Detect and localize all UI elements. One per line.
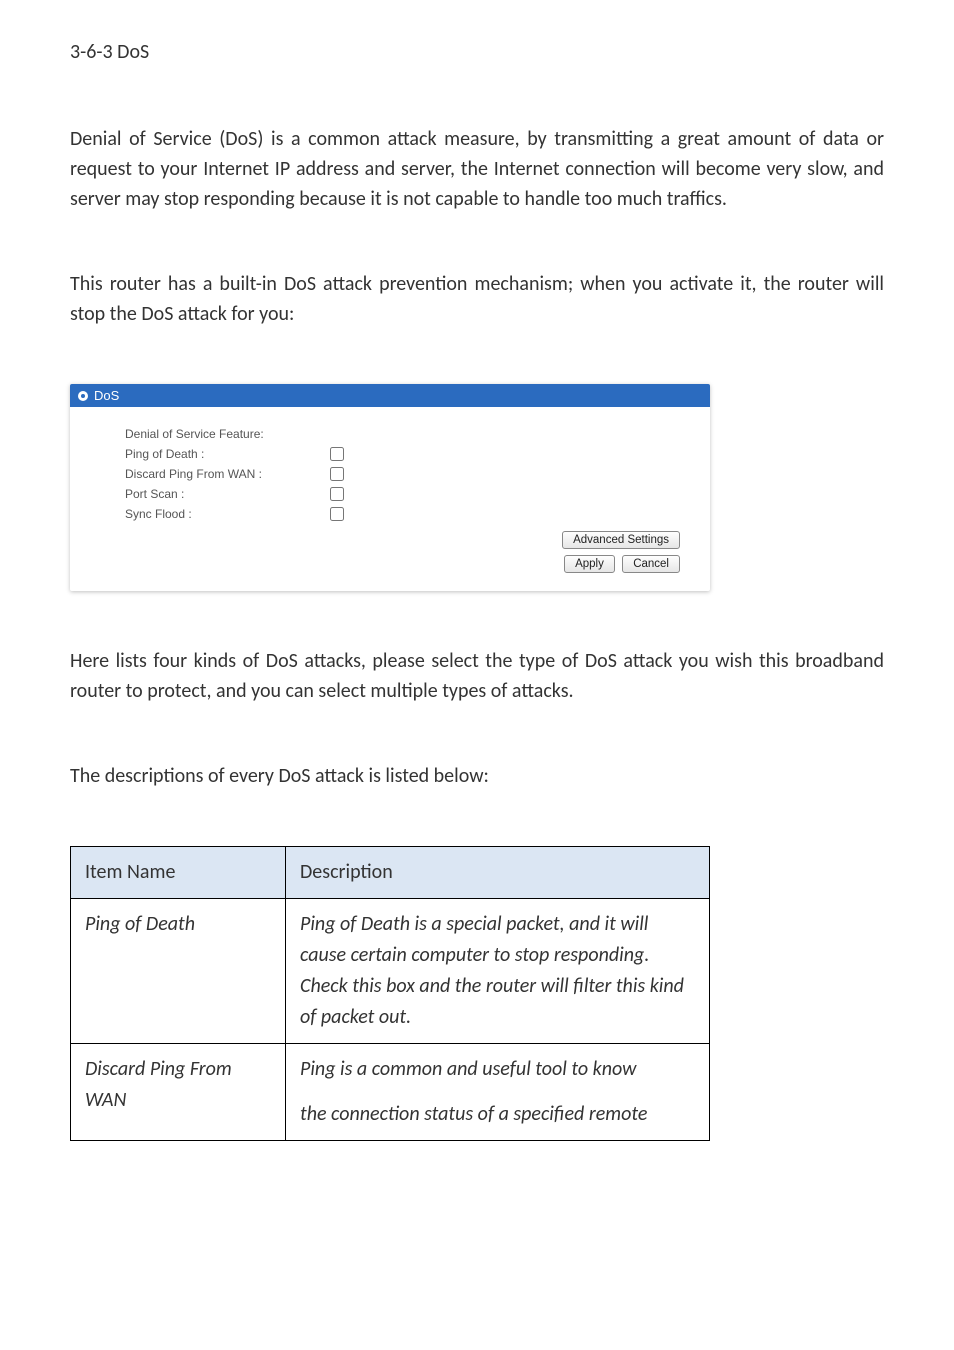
row-discard-ping: Discard Ping From WAN : xyxy=(125,467,690,481)
checkbox-sync-flood[interactable] xyxy=(330,507,344,521)
checkbox-port-scan[interactable] xyxy=(330,487,344,501)
header-item-name: Item Name xyxy=(71,847,286,899)
checkbox-discard-ping[interactable] xyxy=(330,467,344,481)
row-feature: Denial of Service Feature: xyxy=(125,427,690,441)
panel-body: Denial of Service Feature: Ping of Death… xyxy=(70,407,710,591)
row-ping-of-death: Ping of Death : xyxy=(125,447,690,461)
panel-header: DoS xyxy=(70,384,710,407)
advanced-settings-button[interactable]: Advanced Settings xyxy=(562,531,680,549)
label-sync-flood: Sync Flood : xyxy=(125,507,290,521)
apply-button[interactable]: Apply xyxy=(564,555,615,573)
cell-description: Ping is a common and useful tool to know… xyxy=(286,1044,710,1141)
checkbox-ping-of-death[interactable] xyxy=(330,447,344,461)
label-feature: Denial of Service Feature: xyxy=(125,427,290,441)
table-row: Discard Ping From WAN Ping is a common a… xyxy=(71,1044,710,1141)
section-heading: 3-6-3 DoS xyxy=(70,40,884,64)
desc-line: Ping is a common and useful tool to know xyxy=(300,1054,695,1085)
dos-panel: DoS Denial of Service Feature: Ping of D… xyxy=(70,384,710,591)
panel-title: DoS xyxy=(94,388,119,403)
label-discard-ping: Discard Ping From WAN : xyxy=(125,467,290,481)
paragraph-2: This router has a built-in DoS attack pr… xyxy=(70,269,884,329)
button-row: Advanced Settings Apply Cancel xyxy=(125,531,690,573)
paragraph-1: Denial of Service (DoS) is a common atta… xyxy=(70,124,884,214)
description-table: Item Name Description Ping of Death Ping… xyxy=(70,846,710,1141)
cell-description: Ping of Death is a special packet, and i… xyxy=(286,899,710,1044)
cell-item-name: Ping of Death xyxy=(71,899,286,1044)
cell-item-name: Discard Ping From WAN xyxy=(71,1044,286,1141)
header-description: Description xyxy=(286,847,710,899)
table-header-row: Item Name Description xyxy=(71,847,710,899)
row-port-scan: Port Scan : xyxy=(125,487,690,501)
bullet-icon xyxy=(78,391,88,401)
cancel-button[interactable]: Cancel xyxy=(622,555,680,573)
row-sync-flood: Sync Flood : xyxy=(125,507,690,521)
label-port-scan: Port Scan : xyxy=(125,487,290,501)
paragraph-4: The descriptions of every DoS attack is … xyxy=(70,761,884,791)
paragraph-3: Here lists four kinds of DoS attacks, pl… xyxy=(70,646,884,706)
desc-line: the connection status of a specified rem… xyxy=(300,1099,695,1130)
label-ping-of-death: Ping of Death : xyxy=(125,447,290,461)
table-row: Ping of Death Ping of Death is a special… xyxy=(71,899,710,1044)
